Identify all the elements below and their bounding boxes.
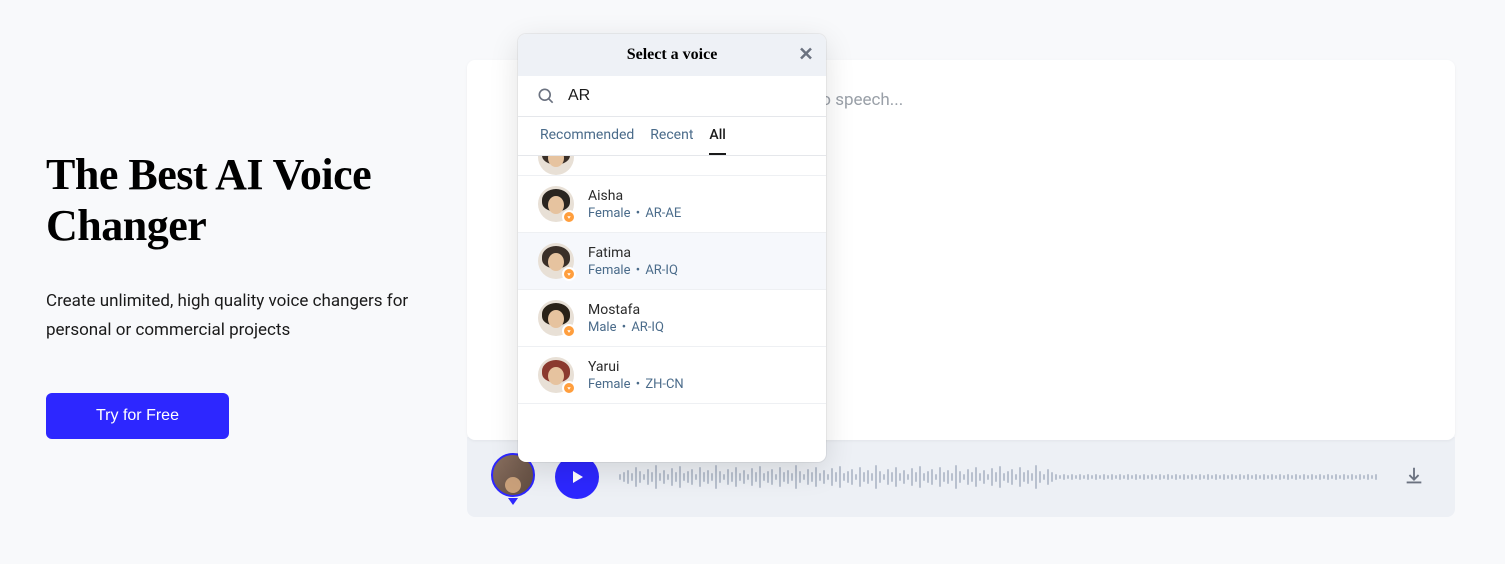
voice-select-popover: Select a voice Recommended Recent All Aish… [518,34,826,462]
voice-item[interactable]: Aisha Female • AR-AE [518,176,826,233]
voice-name: Aisha [588,188,681,204]
voice-item[interactable] [518,156,826,176]
close-icon [798,46,814,62]
page-subtitle: Create unlimited, high quality voice cha… [46,287,447,345]
premium-badge-icon [562,267,576,281]
voice-name: Mostafa [588,302,664,318]
voice-avatar [538,156,574,175]
popover-header: Select a voice [518,34,826,76]
voice-meta: Male • AR-IQ [588,320,664,335]
voice-avatar [538,243,574,279]
download-button[interactable] [1397,459,1431,496]
voice-meta: Female • AR-AE [588,206,681,221]
premium-badge-icon [562,324,576,338]
tab-recommended[interactable]: Recommended [540,127,634,155]
waveform[interactable] [619,461,1377,493]
popover-title: Select a voice [627,46,718,64]
voice-list[interactable]: Aisha Female • AR-AE Fatima Female • AR-IQ M… [518,156,826,462]
play-icon [570,469,586,485]
voice-meta: Female • ZH-CN [588,377,684,392]
search-icon [536,86,556,106]
voice-name: Yarui [588,359,684,375]
close-button[interactable] [794,42,818,69]
tab-all[interactable]: All [709,127,725,155]
voice-item[interactable]: Fatima Female • AR-IQ [518,233,826,290]
page-title: The Best AI Voice Changer [46,150,447,251]
voice-meta: Female • AR-IQ [588,263,678,278]
voice-item[interactable]: Yarui Female • ZH-CN [518,347,826,404]
voice-name: Fatima [588,245,678,261]
tabs: Recommended Recent All [518,117,826,156]
search-input[interactable] [568,87,808,105]
voice-avatar [538,186,574,222]
try-for-free-button[interactable]: Try for Free [46,393,229,439]
voice-avatar [538,300,574,336]
voice-avatar [538,357,574,393]
premium-badge-icon [562,381,576,395]
tab-recent[interactable]: Recent [650,127,693,155]
voice-item[interactable]: Mostafa Male • AR-IQ [518,290,826,347]
search-row [518,76,826,117]
download-icon [1403,465,1425,487]
premium-badge-icon [562,210,576,224]
